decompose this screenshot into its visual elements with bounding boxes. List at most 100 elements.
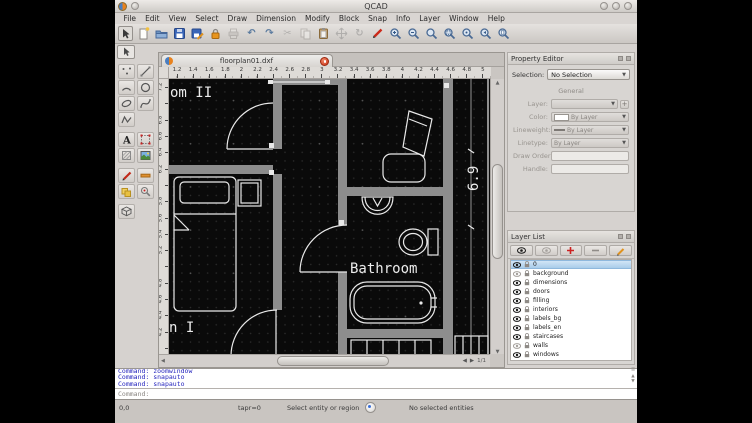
lock-icon[interactable] [524,279,530,286]
menu-item[interactable]: Draw [223,14,252,23]
layer-row[interactable]: filling [511,296,631,305]
circle-tool[interactable] [137,80,154,95]
linetype-dropdown[interactable]: By Layer▼ [551,138,629,148]
show-all-layers-button[interactable] [510,245,533,256]
eye-icon[interactable] [513,325,521,331]
lock-icon[interactable] [524,351,530,358]
print-icon[interactable] [226,26,241,41]
eye-icon[interactable] [513,271,521,277]
app-logo-icon[interactable] [118,2,127,11]
menu-item[interactable]: Block [334,14,363,23]
layer-row[interactable]: windows [511,350,631,359]
move-icon[interactable] [334,26,349,41]
document-tab[interactable]: floorplan01.dxf [161,54,333,67]
point-tool[interactable] [118,64,135,79]
tab-close-icon[interactable] [320,57,329,66]
lock-icon[interactable] [524,333,530,340]
vertical-scrollbar[interactable]: ▲ ▼ [490,79,504,356]
panel-float-button[interactable] [618,234,623,239]
lock-icon[interactable] [524,342,530,349]
selection-tool-icon[interactable] [118,26,133,41]
color-dropdown[interactable]: By Layer▼ [551,112,629,122]
horizontal-scrollbar-thumb[interactable] [277,356,389,366]
layer-row[interactable]: 0 [511,260,631,269]
pan-zoom-icon[interactable] [460,26,475,41]
lock-icon[interactable] [524,306,530,313]
menu-item[interactable]: Edit [141,14,165,23]
selection-pointer-tool[interactable] [117,45,135,59]
menu-item[interactable]: Layer [415,14,445,23]
zoom-out-icon[interactable] [406,26,421,41]
hide-all-layers-button[interactable] [535,245,558,256]
menu-item[interactable]: Select [191,14,223,23]
next-page-icon[interactable]: ▶ [470,358,474,364]
minimize-button[interactable] [600,2,608,10]
open-drawing-icon[interactable] [154,26,169,41]
eye-icon[interactable] [513,334,521,340]
eye-icon[interactable] [513,280,521,286]
hatch-tool[interactable] [118,148,135,163]
eye-icon[interactable] [513,262,521,268]
eye-icon[interactable] [513,289,521,295]
maximize-button[interactable] [612,2,620,10]
menu-item[interactable]: Snap [364,14,392,23]
panel-close-button[interactable] [626,234,631,239]
lineweight-dropdown[interactable]: By Layer▼ [551,125,629,135]
eye-icon[interactable] [513,343,521,349]
menu-item[interactable]: Dimension [252,14,301,23]
drawing-canvas[interactable]: om II n I Bathroom 6.9 [169,79,491,356]
viewport-3d-tool[interactable] [118,204,135,219]
line-tool[interactable] [137,64,154,79]
command-history-scroll[interactable]: ☰ ▲ ▼ [631,369,635,385]
undo-icon[interactable]: ↶ [244,26,259,41]
pen-icon[interactable] [370,26,385,41]
arc-tool[interactable] [118,80,135,95]
zoom-window-icon[interactable] [442,26,457,41]
spline-tool[interactable] [137,96,154,111]
close-button[interactable] [624,2,632,10]
history-scroll-down-icon[interactable]: ▼ [631,380,634,385]
layer-row[interactable]: doors [511,287,631,296]
save-drawing-icon[interactable] [172,26,187,41]
lock-icon[interactable] [524,315,530,322]
lock-icon[interactable] [524,297,530,304]
window-menu-button[interactable] [131,2,139,10]
block-tool[interactable] [118,184,135,199]
menu-item[interactable]: View [164,14,191,23]
paste-icon[interactable] [316,26,331,41]
menu-item[interactable]: Help [483,14,509,23]
layer-dropdown[interactable]: ▼ [551,99,618,109]
rotate-icon[interactable]: ↻ [352,26,367,41]
add-layer-button[interactable] [560,245,583,256]
eye-icon[interactable] [513,352,521,358]
selection-dropdown[interactable]: No Selection▼ [547,69,630,80]
menu-item[interactable]: File [119,14,141,23]
modify-tool[interactable] [118,168,135,183]
save-drawing-as-icon[interactable] [190,26,205,41]
auto-zoom-icon[interactable] [424,26,439,41]
measure-tool[interactable] [137,184,154,199]
previous-view-icon[interactable] [478,26,493,41]
eye-icon[interactable] [513,307,521,313]
lock-icon[interactable] [524,324,530,331]
cut-icon[interactable]: ✂ [280,26,295,41]
vertical-scrollbar-thumb[interactable] [492,164,503,259]
history-options-icon[interactable]: ☰ [631,369,635,374]
lock-icon[interactable] [524,270,530,277]
edit-layer-button[interactable] [609,245,632,256]
ellipse-tool[interactable] [118,96,135,111]
lock-icon[interactable] [524,288,530,295]
layer-row[interactable]: staircases [511,332,631,341]
draw-order-input[interactable] [551,151,629,161]
image-tool[interactable] [137,148,154,163]
add-layer-quick-button[interactable]: + [620,100,629,109]
command-history[interactable]: Command: zoomwindowCommand: snapautoComm… [115,368,637,388]
zoom-in-icon[interactable] [388,26,403,41]
layer-row[interactable]: interiors [511,305,631,314]
lock-icon[interactable] [524,261,530,268]
menu-item[interactable]: Modify [301,14,335,23]
polyline-tool[interactable] [118,112,135,127]
redo-icon[interactable]: ↷ [262,26,277,41]
lengthen-tool[interactable] [137,168,154,183]
new-drawing-icon[interactable] [136,26,151,41]
